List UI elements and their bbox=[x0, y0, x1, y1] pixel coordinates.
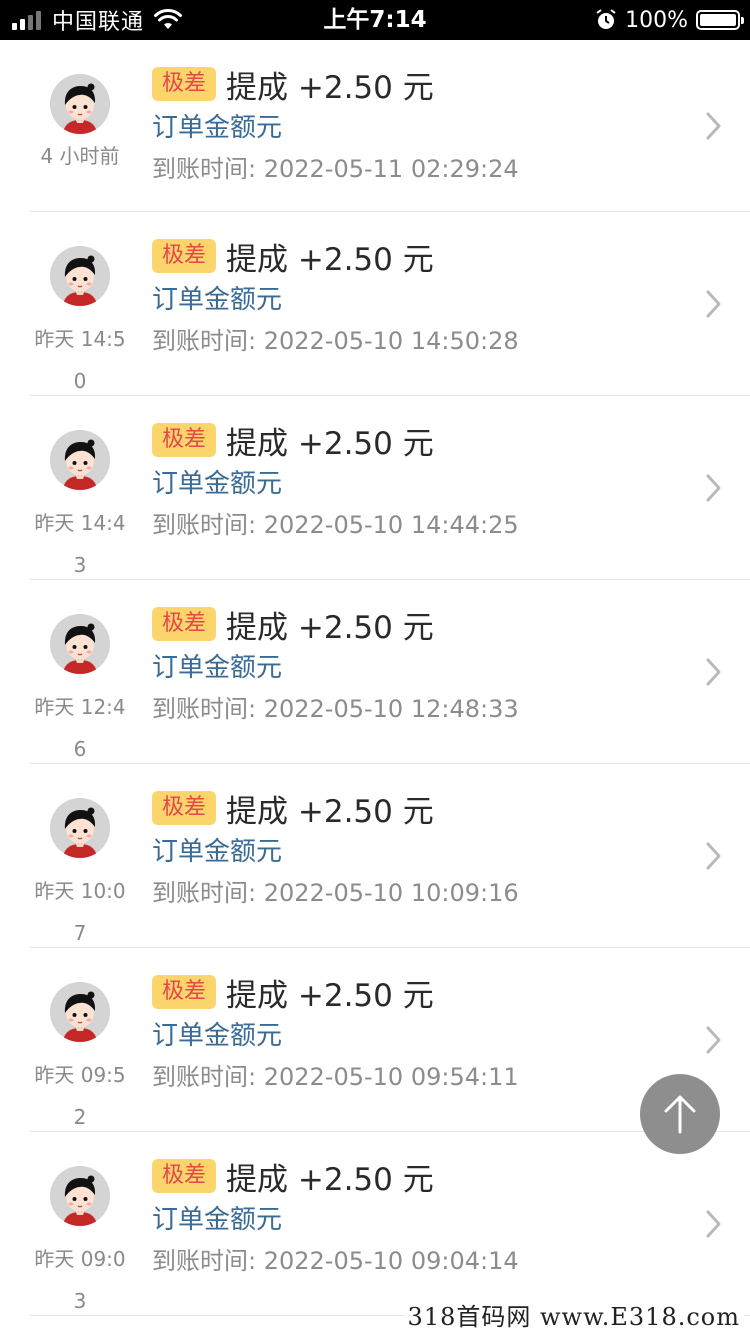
item-content: 极差 提成 +2.50 元 订单金额元 到账时间: 2022-05-10 12:… bbox=[152, 604, 690, 726]
item-arrival-time: 到账时间: 2022-05-10 10:09:16 bbox=[152, 879, 519, 907]
item-content: 极差 提成 +2.50 元 订单金额元 到账时间: 2022-05-10 09:… bbox=[152, 1156, 690, 1278]
list-item[interactable]: 昨天 10:07 极差 提成 +2.50 元 订单金额元 到账时间: 2022-… bbox=[0, 764, 750, 948]
item-title: 提成 +2.50 元 bbox=[226, 1161, 434, 1198]
item-title: 提成 +2.50 元 bbox=[226, 425, 434, 462]
list-item[interactable]: 昨天 12:46 极差 提成 +2.50 元 订单金额元 到账时间: 2022-… bbox=[0, 580, 750, 764]
rating-badge: 极差 bbox=[152, 791, 217, 825]
item-time: 昨天 09:52 bbox=[34, 1063, 126, 1129]
item-subtitle: 订单金额元 bbox=[152, 469, 283, 499]
chevron-right-icon[interactable] bbox=[704, 288, 724, 320]
item-title: 提成 +2.50 元 bbox=[226, 69, 434, 106]
avatar bbox=[50, 614, 110, 674]
item-arrival-time: 到账时间: 2022-05-10 14:44:25 bbox=[152, 511, 519, 539]
item-arrival-time: 到账时间: 2022-05-10 09:54:11 bbox=[152, 1063, 519, 1091]
item-left: 4 小时前 bbox=[30, 74, 130, 168]
list-item[interactable]: 昨天 14:50 极差 提成 +2.50 元 订单金额元 到账时间: 2022-… bbox=[0, 212, 750, 396]
status-right: 100% bbox=[595, 0, 744, 40]
item-title-row: 极差 提成 +2.50 元 bbox=[152, 788, 690, 830]
item-arrival-time: 到账时间: 2022-05-10 14:50:28 bbox=[152, 327, 519, 355]
item-arrival-time: 到账时间: 2022-05-10 12:48:33 bbox=[152, 695, 519, 723]
item-title-row: 极差 提成 +2.50 元 bbox=[152, 236, 690, 278]
avatar bbox=[50, 246, 110, 306]
commission-list: 4 小时前 极差 提成 +2.50 元 订单金额元 到账时间: 2022-05-… bbox=[0, 40, 750, 1316]
item-time: 昨天 10:07 bbox=[34, 879, 126, 945]
item-title: 提成 +2.50 元 bbox=[226, 609, 434, 646]
item-subtitle: 订单金额元 bbox=[152, 653, 283, 683]
chevron-right-icon[interactable] bbox=[704, 110, 724, 142]
rating-badge: 极差 bbox=[152, 423, 217, 457]
item-title-row: 极差 提成 +2.50 元 bbox=[152, 972, 690, 1014]
avatar bbox=[50, 1166, 110, 1226]
item-left: 昨天 14:50 bbox=[30, 246, 130, 402]
item-arrival-time: 到账时间: 2022-05-10 09:04:14 bbox=[152, 1247, 519, 1275]
watermark: 318首码网 www.E318.com bbox=[403, 1297, 744, 1332]
item-left: 昨天 09:52 bbox=[30, 982, 130, 1138]
item-subtitle: 订单金额元 bbox=[152, 1205, 283, 1235]
list-item[interactable]: 昨天 09:03 极差 提成 +2.50 元 订单金额元 到账时间: 2022-… bbox=[0, 1132, 750, 1316]
battery-icon bbox=[696, 10, 744, 30]
item-subtitle: 订单金额元 bbox=[152, 285, 283, 315]
rating-badge: 极差 bbox=[152, 67, 217, 101]
item-time: 昨天 14:43 bbox=[34, 511, 126, 577]
avatar bbox=[50, 798, 110, 858]
item-left: 昨天 14:43 bbox=[30, 430, 130, 586]
list-item[interactable]: 4 小时前 极差 提成 +2.50 元 订单金额元 到账时间: 2022-05-… bbox=[0, 40, 750, 212]
item-title-row: 极差 提成 +2.50 元 bbox=[152, 1156, 690, 1198]
avatar bbox=[50, 430, 110, 490]
item-content: 极差 提成 +2.50 元 订单金额元 到账时间: 2022-05-11 02:… bbox=[152, 64, 690, 186]
rating-badge: 极差 bbox=[152, 239, 217, 273]
item-time: 昨天 14:50 bbox=[34, 327, 126, 393]
rating-badge: 极差 bbox=[152, 1159, 217, 1193]
status-bar: 中国联通 上午7:14 100% bbox=[0, 0, 750, 40]
item-subtitle: 订单金额元 bbox=[152, 113, 283, 143]
item-subtitle: 订单金额元 bbox=[152, 837, 283, 867]
item-content: 极差 提成 +2.50 元 订单金额元 到账时间: 2022-05-10 14:… bbox=[152, 420, 690, 542]
alarm-icon bbox=[595, 9, 625, 31]
item-left: 昨天 12:46 bbox=[30, 614, 130, 770]
item-left: 昨天 10:07 bbox=[30, 798, 130, 954]
item-title-row: 极差 提成 +2.50 元 bbox=[152, 420, 690, 462]
chevron-right-icon[interactable] bbox=[704, 1024, 724, 1056]
list-item[interactable]: 昨天 14:43 极差 提成 +2.50 元 订单金额元 到账时间: 2022-… bbox=[0, 396, 750, 580]
arrow-up-icon bbox=[664, 1095, 696, 1134]
item-title-row: 极差 提成 +2.50 元 bbox=[152, 64, 690, 106]
list-item[interactable]: 昨天 09:52 极差 提成 +2.50 元 订单金额元 到账时间: 2022-… bbox=[0, 948, 750, 1132]
item-title: 提成 +2.50 元 bbox=[226, 793, 434, 830]
item-title: 提成 +2.50 元 bbox=[226, 977, 434, 1014]
item-time: 昨天 12:46 bbox=[34, 695, 126, 761]
chevron-right-icon[interactable] bbox=[704, 656, 724, 688]
item-subtitle: 订单金额元 bbox=[152, 1021, 283, 1051]
item-time: 昨天 09:03 bbox=[34, 1247, 126, 1313]
rating-badge: 极差 bbox=[152, 607, 217, 641]
item-time: 4 小时前 bbox=[40, 144, 120, 168]
chevron-right-icon[interactable] bbox=[704, 840, 724, 872]
chevron-right-icon[interactable] bbox=[704, 472, 724, 504]
avatar bbox=[50, 982, 110, 1042]
item-title: 提成 +2.50 元 bbox=[226, 241, 434, 278]
battery-percent: 100% bbox=[625, 7, 688, 33]
item-title-row: 极差 提成 +2.50 元 bbox=[152, 604, 690, 646]
avatar bbox=[50, 74, 110, 134]
item-left: 昨天 09:03 bbox=[30, 1166, 130, 1322]
chevron-right-icon[interactable] bbox=[704, 1208, 724, 1240]
scroll-to-top-button[interactable] bbox=[640, 1074, 720, 1154]
item-content: 极差 提成 +2.50 元 订单金额元 到账时间: 2022-05-10 09:… bbox=[152, 972, 690, 1094]
rating-badge: 极差 bbox=[152, 975, 217, 1009]
item-arrival-time: 到账时间: 2022-05-11 02:29:24 bbox=[152, 155, 519, 183]
item-content: 极差 提成 +2.50 元 订单金额元 到账时间: 2022-05-10 10:… bbox=[152, 788, 690, 910]
item-content: 极差 提成 +2.50 元 订单金额元 到账时间: 2022-05-10 14:… bbox=[152, 236, 690, 358]
